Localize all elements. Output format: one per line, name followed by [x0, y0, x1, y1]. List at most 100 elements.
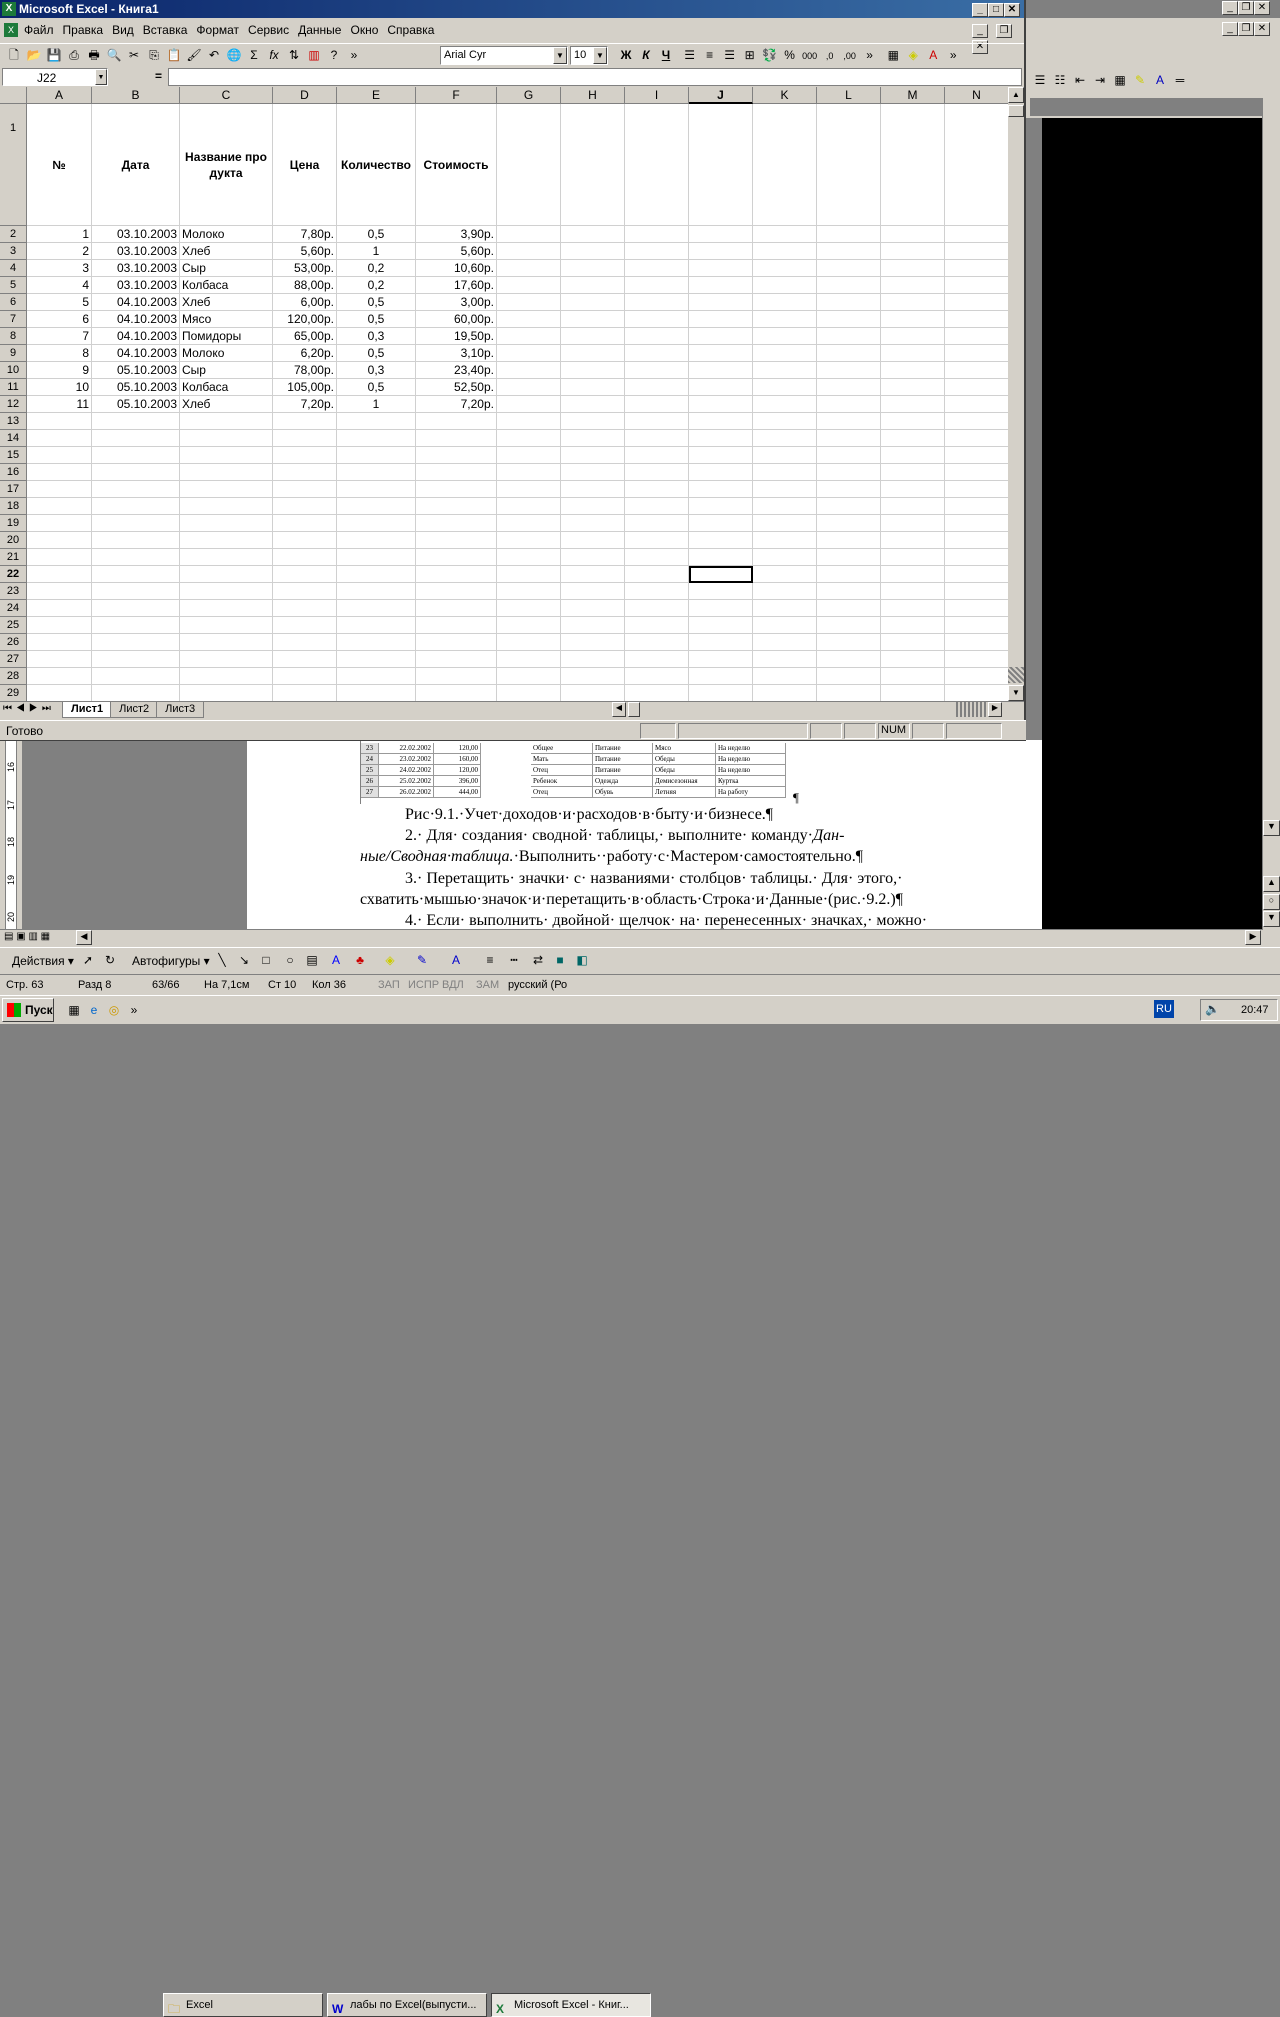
scroll-up-icon[interactable]: ▲	[1008, 87, 1024, 103]
cell[interactable]	[881, 498, 945, 515]
cell[interactable]	[27, 515, 92, 532]
table-cell[interactable]: 1	[337, 396, 416, 413]
cell[interactable]	[881, 413, 945, 430]
cell[interactable]	[561, 447, 625, 464]
cell[interactable]	[625, 464, 689, 481]
row-header[interactable]: 26	[0, 634, 27, 651]
row-header[interactable]: 18	[0, 498, 27, 515]
cell[interactable]	[625, 566, 689, 583]
oval-icon[interactable]: ○	[280, 950, 300, 970]
align-left-icon[interactable]: ☰	[680, 45, 700, 65]
cell[interactable]	[497, 668, 561, 685]
cell[interactable]	[689, 617, 753, 634]
align-right-icon[interactable]: ☰	[720, 45, 740, 65]
dash-style-icon[interactable]: ┅	[504, 950, 524, 970]
cell[interactable]	[817, 294, 881, 311]
cell[interactable]	[561, 515, 625, 532]
table-cell[interactable]: Хлеб	[180, 243, 273, 260]
row-header[interactable]: 19	[0, 515, 27, 532]
cell[interactable]	[945, 600, 1008, 617]
cell[interactable]	[753, 685, 817, 701]
maximize-icon[interactable]: □	[988, 3, 1004, 17]
cell[interactable]	[753, 243, 817, 260]
cell[interactable]	[817, 532, 881, 549]
cell[interactable]	[753, 294, 817, 311]
cell[interactable]	[92, 617, 180, 634]
bold-button[interactable]: Ж	[616, 45, 636, 65]
table-cell[interactable]: 1	[337, 243, 416, 260]
cell[interactable]	[689, 413, 753, 430]
cell[interactable]	[625, 668, 689, 685]
cell[interactable]	[817, 583, 881, 600]
cut-icon[interactable]: ✂	[124, 45, 144, 65]
font-name-select[interactable]: Arial Cyr ▼	[440, 46, 568, 65]
3d-icon[interactable]: ◧	[572, 950, 592, 970]
decrease-decimal-icon[interactable]: ,00	[840, 46, 860, 66]
cell[interactable]	[416, 464, 497, 481]
merge-center-icon[interactable]: ⊞	[740, 45, 760, 65]
menu-item[interactable]: Вставка	[143, 23, 188, 37]
line-icon[interactable]: ═	[1170, 70, 1190, 90]
cell[interactable]	[27, 651, 92, 668]
cell[interactable]	[497, 396, 561, 413]
cell[interactable]	[273, 566, 337, 583]
cell[interactable]	[881, 345, 945, 362]
new-icon[interactable]: 🗋	[4, 45, 24, 65]
cell[interactable]	[753, 600, 817, 617]
cell[interactable]	[561, 294, 625, 311]
cell[interactable]	[945, 277, 1008, 294]
cell[interactable]	[416, 600, 497, 617]
cell[interactable]	[881, 328, 945, 345]
table-cell[interactable]: 3,10р.	[416, 345, 497, 362]
column-header[interactable]: G	[497, 87, 561, 104]
doc-restore-icon[interactable]: ❐	[1238, 22, 1254, 36]
autosum-icon[interactable]: Σ	[244, 45, 264, 65]
doc-close-icon[interactable]: ✕	[1254, 22, 1270, 36]
cell[interactable]	[561, 566, 625, 583]
cell[interactable]	[27, 481, 92, 498]
cell[interactable]	[945, 396, 1008, 413]
table-cell[interactable]: 03.10.2003	[92, 260, 180, 277]
cell[interactable]	[180, 566, 273, 583]
cell[interactable]	[273, 549, 337, 566]
table-cell[interactable]: 10,60р.	[416, 260, 497, 277]
taskbar-button-word[interactable]: Wлабы по Excel(выпусти...	[327, 1993, 487, 2017]
column-header[interactable]: E	[337, 87, 416, 104]
cell[interactable]	[753, 481, 817, 498]
decrease-indent-icon[interactable]: ⇤	[1070, 70, 1090, 90]
percent-icon[interactable]: %	[780, 45, 800, 65]
cell[interactable]	[945, 345, 1008, 362]
cell[interactable]	[945, 379, 1008, 396]
open-icon[interactable]: 📂	[24, 45, 44, 65]
cell[interactable]	[180, 413, 273, 430]
cell[interactable]	[180, 498, 273, 515]
cell[interactable]	[561, 311, 625, 328]
cell[interactable]	[881, 430, 945, 447]
cell[interactable]	[497, 430, 561, 447]
cell[interactable]	[497, 634, 561, 651]
cell[interactable]	[416, 549, 497, 566]
cell[interactable]	[689, 294, 753, 311]
cell[interactable]	[497, 464, 561, 481]
font-color-icon[interactable]: A	[1150, 70, 1170, 90]
close-icon[interactable]: ✕	[1254, 1, 1270, 15]
cell[interactable]	[92, 413, 180, 430]
cell[interactable]	[945, 651, 1008, 668]
cell[interactable]	[881, 447, 945, 464]
cell[interactable]	[92, 447, 180, 464]
row-header[interactable]: 6	[0, 294, 27, 311]
cell[interactable]	[92, 685, 180, 701]
cell[interactable]	[497, 549, 561, 566]
cell[interactable]	[92, 430, 180, 447]
cell[interactable]	[689, 583, 753, 600]
cell[interactable]	[753, 651, 817, 668]
table-cell[interactable]: 7	[27, 328, 92, 345]
cell[interactable]	[817, 685, 881, 701]
cell[interactable]	[497, 277, 561, 294]
cell[interactable]	[561, 345, 625, 362]
cell[interactable]	[180, 515, 273, 532]
line-color-icon[interactable]: ✎	[412, 950, 432, 970]
menu-item[interactable]: Справка	[387, 23, 434, 37]
cell[interactable]	[416, 532, 497, 549]
shadow-icon[interactable]: ■	[550, 950, 570, 970]
